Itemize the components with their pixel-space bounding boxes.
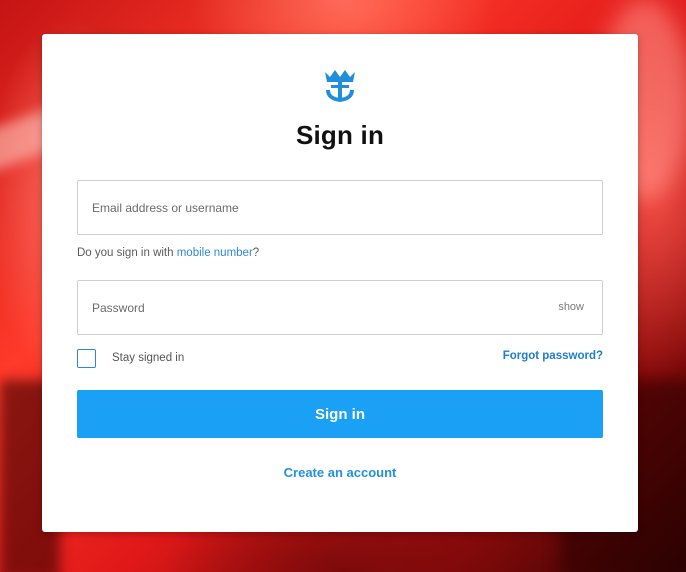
mobile-hint-suffix: ? xyxy=(252,247,260,259)
sign-in-button[interactable]: Sign in xyxy=(77,390,603,438)
stay-signed-in-label[interactable]: Stay signed in xyxy=(112,352,184,364)
create-account-link[interactable]: Create an account xyxy=(42,465,638,480)
show-password-toggle[interactable]: show xyxy=(558,301,584,313)
page-title: Sign in xyxy=(295,120,385,150)
stay-signed-in-row: Stay signed in xyxy=(77,348,184,368)
mobile-hint-text: Do you sign in with xyxy=(77,247,177,259)
mobile-number-link[interactable]: mobile number xyxy=(177,247,253,259)
sign-in-card: Sign in Do you sign in with mobile numbe… xyxy=(42,34,638,532)
mobile-sign-in-hint: Do you sign in with mobile number? xyxy=(77,247,259,259)
email-field[interactable] xyxy=(77,180,603,235)
password-input[interactable] xyxy=(78,281,602,334)
stay-signed-in-checkbox[interactable] xyxy=(77,348,96,368)
forgot-password-link[interactable]: Forgot password? xyxy=(503,350,603,362)
email-input[interactable] xyxy=(78,181,602,234)
crown-anchor-icon xyxy=(323,68,357,104)
password-field[interactable]: show xyxy=(77,280,603,335)
